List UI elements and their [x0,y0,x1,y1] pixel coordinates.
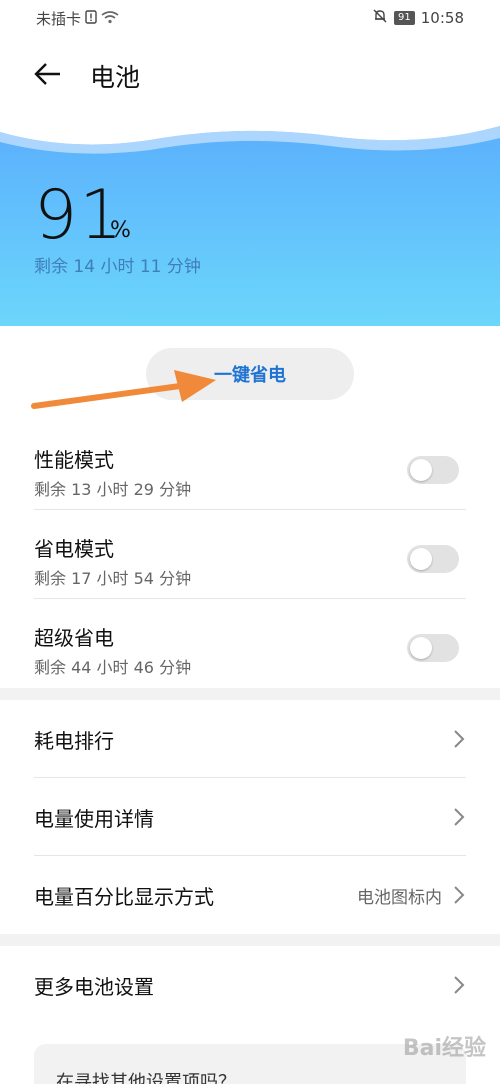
mode-row-power-saving[interactable]: 省电模式 剩余 17 小时 54 分钟 [0,521,500,609]
annotation-arrow [31,370,216,409]
mode-row-ultra-saving[interactable]: 超级省电 剩余 44 小时 46 分钟 [0,610,500,698]
toggle-knob [410,548,432,570]
divider [34,509,466,510]
search-card-text: 在寻找其他设置项吗？ [56,1072,236,1084]
wave-decoration [0,118,500,154]
performance-mode-toggle[interactable] [407,456,459,484]
sim-alert-icon [85,9,97,28]
status-bar: 未插卡 91 10:58 [0,0,500,34]
mode-subtitle: 剩余 17 小时 54 分钟 [34,569,192,588]
percent-sign: % [110,218,131,243]
status-right: 91 10:58 [372,8,464,28]
toggle-knob [410,459,432,481]
nav-label: 更多电池设置 [34,975,154,999]
nav-label: 电量使用详情 [34,807,154,831]
clock: 10:58 [420,9,464,27]
battery-icon: 91 [394,11,415,25]
battery-settings-screen: 未插卡 91 10:58 电池 91 % 剩余 14 小时 11 分钟 一键省电… [0,0,500,1084]
carrier-label: 未插卡 [36,10,82,28]
chevron-right-icon [454,808,465,826]
remaining-time: 剩余 14 小时 11 分钟 [34,257,201,277]
back-button[interactable] [30,56,70,92]
mode-title: 超级省电 [34,626,114,650]
nav-label: 耗电排行 [34,729,114,753]
nav-row-usage-details[interactable]: 电量使用详情 [0,778,500,856]
app-header: 电池 [0,48,500,100]
nav-label: 电量百分比显示方式 [34,885,214,909]
battery-hero-panel: 91 % 剩余 14 小时 11 分钟 [0,118,500,326]
status-left: 未插卡 [36,8,119,29]
toggle-knob [410,637,432,659]
nav-value: 电池图标内 [357,888,442,908]
mode-title: 省电模式 [34,537,114,561]
mode-title: 性能模式 [34,448,114,472]
section-separator [0,934,500,946]
mode-subtitle: 剩余 13 小时 29 分钟 [34,480,192,499]
nav-row-power-ranking[interactable]: 耗电排行 [0,700,500,778]
battery-percent: 91 [34,176,125,255]
ultra-saving-mode-toggle[interactable] [407,634,459,662]
mode-row-performance[interactable]: 性能模式 剩余 13 小时 29 分钟 [0,432,500,520]
nav-row-percentage-display[interactable]: 电量百分比显示方式 电池图标内 [0,856,500,934]
watermark-logo: Bai经验 [402,1036,486,1061]
nav-row-more-battery-settings[interactable]: 更多电池设置 [0,946,500,1024]
chevron-right-icon [454,976,465,994]
chevron-right-icon [454,730,465,748]
mute-bell-icon [372,8,388,28]
section-separator [0,688,500,700]
chevron-right-icon [454,886,465,904]
page-title: 电池 [90,63,141,92]
divider [34,598,466,599]
back-arrow-icon [34,63,60,85]
wifi-icon [101,10,119,28]
mode-subtitle: 剩余 44 小时 46 分钟 [34,658,192,677]
power-saving-mode-toggle[interactable] [407,545,459,573]
search-settings-card[interactable]: 在寻找其他设置项吗？ [34,1044,466,1084]
